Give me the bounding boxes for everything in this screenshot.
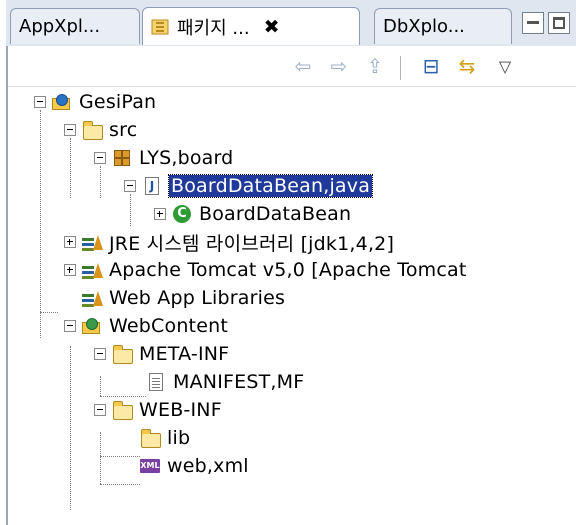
project-tree: GesiPan src LYS,board J BoardDataBean,ja… (0, 86, 576, 525)
expand-toggle-icon[interactable] (154, 208, 166, 220)
view-tab-bar: AppXpl... 패키지 ... ✖ DbXplo... (6, 0, 576, 46)
tab-dbxplorer[interactable]: DbXplo... (374, 8, 512, 44)
collapse-toggle-icon[interactable] (124, 180, 136, 192)
collapse-all-icon: ⊟ (422, 54, 440, 78)
forward-arrow-icon: ⇨ (330, 54, 348, 78)
expand-toggle-icon[interactable] (64, 236, 76, 248)
tree-item-web-inf[interactable]: WEB-INF (94, 396, 222, 424)
tree-connector (40, 312, 58, 313)
tree-item-jre-library[interactable]: JRE 시스템 라이브러리 [jdk1,4,2] (64, 228, 394, 256)
tree-item-label: Apache Tomcat v5,0 [Apache Tomcat (109, 259, 467, 281)
up-folder-icon: ⇪ (366, 54, 384, 78)
collapse-toggle-icon[interactable] (64, 124, 76, 136)
tree-item-label: WEB-INF (139, 399, 222, 421)
tree-item-web-app-libraries[interactable]: Web App Libraries (64, 284, 285, 312)
library-icon (82, 260, 103, 280)
forward-button[interactable]: ⇨ (326, 54, 352, 78)
tab-label: AppXpl... (19, 16, 101, 37)
view-toolbar: ⇦ ⇨ ⇪ ⊟ ⇆ ▽ (8, 46, 576, 87)
back-arrow-icon: ⇦ (294, 54, 312, 78)
minimize-button[interactable] (522, 12, 544, 34)
java-file-icon: J (142, 176, 162, 196)
tree-item-label: src (109, 119, 138, 141)
collapse-toggle-icon[interactable] (64, 320, 76, 332)
library-icon (82, 232, 103, 252)
tree-item-label: MANIFEST,MF (173, 371, 305, 393)
tree-item-label: META-INF (139, 343, 230, 365)
tree-item-label: web,xml (167, 455, 249, 477)
link-editor-icon: ⇆ (458, 54, 476, 78)
folder-icon (140, 428, 161, 448)
collapse-toggle-icon[interactable] (94, 404, 106, 416)
tab-label: 패키지 ... (177, 17, 250, 39)
toolbar-separator (400, 56, 401, 80)
maximize-icon (553, 17, 565, 29)
tree-item-gesipan[interactable]: GesiPan (34, 88, 156, 116)
tree-connector (70, 138, 71, 198)
library-icon (82, 288, 103, 308)
up-button[interactable]: ⇪ (362, 54, 388, 78)
web-folder-icon (82, 316, 102, 336)
view-menu-icon: ▽ (498, 56, 512, 76)
tree-connector (70, 346, 71, 510)
back-button[interactable]: ⇦ (290, 54, 316, 78)
tree-item-label: Web App Libraries (109, 287, 286, 309)
java-project-icon (52, 92, 72, 112)
tree-item-meta-inf[interactable]: META-INF (94, 340, 229, 368)
close-tab-icon[interactable]: ✖ (264, 16, 280, 38)
tree-item-tomcat-library[interactable]: Apache Tomcat v5,0 [Apache Tomcat (64, 256, 467, 284)
tree-item-lib[interactable]: lib (134, 424, 190, 452)
tree-item-label: GesiPan (79, 91, 157, 113)
tree-item-webcontent[interactable]: WebContent (64, 312, 228, 340)
tree-item-label: BoardDataBean (199, 203, 352, 225)
tree-item-label: JRE 시스템 라이브러리 [jdk1,4,2] (109, 232, 395, 255)
tree-connector (100, 376, 101, 396)
tree-item-manifest[interactable]: MANIFEST,MF (140, 368, 304, 396)
tree-item-class[interactable]: C BoardDataBean (154, 200, 351, 228)
package-icon (112, 148, 132, 168)
expand-toggle-icon[interactable] (64, 264, 76, 276)
view-menu-button[interactable]: ▽ (492, 54, 518, 78)
file-icon (146, 372, 166, 392)
collapse-toggle-icon[interactable] (94, 152, 106, 164)
minimize-icon (527, 21, 539, 24)
tree-item-label: LYS,board (139, 147, 234, 169)
folder-icon (112, 344, 133, 364)
tree-item-src[interactable]: src (64, 116, 137, 144)
tab-package-explorer[interactable]: 패키지 ... ✖ (142, 7, 360, 45)
tree-item-java-file[interactable]: J BoardDataBean,java (124, 172, 374, 200)
tree-connector (40, 110, 41, 338)
tree-item-label: WebContent (109, 315, 228, 337)
maximize-button[interactable] (548, 12, 570, 34)
tree-item-web-xml[interactable]: XML web,xml (134, 452, 249, 480)
tab-label: DbXplo... (383, 16, 465, 37)
class-icon: C (172, 204, 192, 224)
tree-item-package[interactable]: LYS,board (94, 144, 233, 172)
link-with-editor-button[interactable]: ⇆ (454, 54, 480, 78)
tab-appxplorer[interactable]: AppXpl... (10, 8, 140, 44)
tree-connector (100, 432, 101, 484)
tree-item-label: BoardDataBean,java (167, 174, 374, 198)
package-explorer-icon (151, 18, 169, 36)
tree-connector (100, 484, 140, 485)
collapse-all-button[interactable]: ⊟ (418, 54, 444, 78)
folder-icon (112, 400, 133, 420)
xml-file-icon: XML (140, 456, 160, 476)
collapse-toggle-icon[interactable] (94, 348, 106, 360)
source-folder-icon (82, 120, 103, 140)
tree-item-label: lib (167, 427, 191, 449)
collapse-toggle-icon[interactable] (34, 96, 46, 108)
